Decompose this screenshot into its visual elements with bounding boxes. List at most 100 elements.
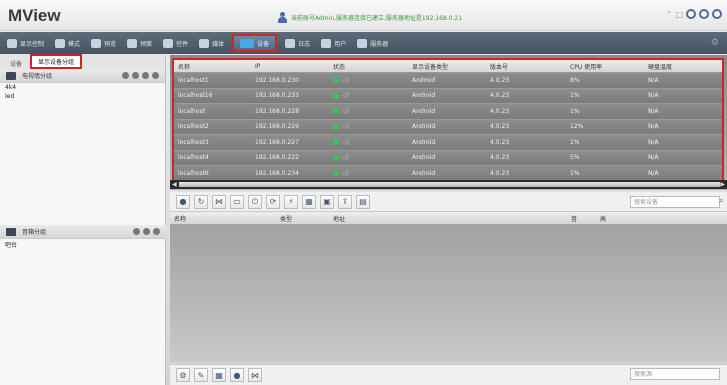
toolbar-button-display-control[interactable]: 显示控制	[4, 34, 47, 52]
column-header[interactable]: 名称	[174, 62, 255, 71]
display-group-title: 电视墙分组	[22, 73, 53, 80]
layout-icon[interactable]: ▦	[212, 368, 226, 382]
table-cell: 192.168.0.233	[255, 92, 299, 100]
restart-icon[interactable]: ⟳	[266, 194, 280, 209]
edit-icon[interactable]	[132, 72, 139, 79]
tab-display-groups[interactable]: 显示设备分组	[30, 54, 83, 69]
column-header[interactable]: 名称	[170, 214, 280, 223]
media-icon	[199, 38, 210, 48]
scroll-left-icon[interactable]: ◀	[172, 181, 177, 188]
scrollbar-thumb[interactable]	[179, 182, 720, 187]
column-header[interactable]: 版本号	[490, 62, 570, 71]
search-icon[interactable]: ⌕	[719, 196, 723, 206]
online-status-icon	[333, 108, 339, 115]
table-row[interactable]: localhost4 192.168.0.222 ◁) Android 4.0.23 5%…	[174, 149, 722, 165]
column-header[interactable]: 音	[571, 214, 600, 223]
monitor-icon[interactable]: ▣	[320, 194, 334, 209]
add-icon[interactable]	[122, 72, 129, 79]
table-row[interactable]: localhost1 192.168.0.230 ◁) Android 4.0.23 8%…	[174, 72, 722, 88]
table-row[interactable]: localhost6 192.168.0.234 ◁) Android 4.0.23 1%…	[174, 165, 722, 181]
toolbar-button-widget[interactable]: 控件	[160, 34, 191, 52]
scroll-right-icon[interactable]: ▶	[720, 181, 725, 188]
tv-wall-icon	[6, 71, 16, 80]
add-icon[interactable]	[133, 228, 140, 235]
table-cell: Android	[412, 76, 436, 84]
table-cell: localhost6	[178, 169, 209, 177]
source-search-input[interactable]: 搜索源	[630, 368, 720, 380]
network-icon[interactable]: ⋈	[248, 368, 262, 382]
layout-icon[interactable]: ▦	[302, 194, 316, 209]
display-group-list: 4k4 led	[0, 83, 165, 101]
toolbar-button-media[interactable]: 媒体	[196, 34, 227, 52]
toolbar-button-user[interactable]: 用户	[318, 34, 349, 52]
delete-icon[interactable]	[153, 228, 160, 235]
table-cell: N/A	[648, 169, 659, 177]
screen-icon[interactable]: ▭	[230, 194, 244, 209]
toolbar-button-mode[interactable]: 模式	[52, 34, 83, 52]
toolbar-button-plan[interactable]: 预案	[124, 34, 155, 52]
volume-icon: ◁)	[342, 154, 349, 162]
toolbar-button-device[interactable]: 设备	[232, 34, 278, 52]
table-cell: 4.0.23	[490, 138, 510, 146]
left-tabs: 设备 显示设备分组	[0, 54, 165, 69]
grid-icon[interactable]: ▤	[356, 194, 370, 209]
grid-icon[interactable]	[152, 72, 159, 79]
table-row[interactable]: localhost2 192.168.0.229 ◁) Android 4.0.23 12…	[174, 118, 722, 134]
speaker-group-header: 音箱分组	[0, 225, 166, 239]
toolbar-button-server[interactable]: 服务器	[354, 34, 391, 52]
preview-icon	[91, 38, 102, 48]
list-item[interactable]: 4k4	[0, 83, 165, 92]
column-header[interactable]: 地址	[333, 214, 571, 223]
server-icon	[357, 38, 368, 48]
horizontal-scrollbar[interactable]: ◀ ▶	[170, 180, 727, 189]
info-icon[interactable]: ●	[230, 368, 244, 382]
power-icon[interactable]: ⏻	[248, 194, 262, 209]
tab-devices[interactable]: 设备	[4, 58, 28, 69]
column-header[interactable]: 硬盘温度	[648, 62, 722, 71]
list-item[interactable]: led	[0, 92, 165, 101]
table-row[interactable]: localhost16 192.168.0.233 ◁) Android 4.0.23 1…	[174, 87, 722, 103]
toolbar-label: 预案	[140, 40, 153, 48]
toolbar-button-preview[interactable]: 预览	[88, 34, 119, 52]
table-cell: N/A	[648, 107, 659, 115]
device-search-input[interactable]: 搜索设备	[630, 196, 720, 208]
toolbar-button-log[interactable]: 日志	[282, 34, 313, 52]
refresh-icon[interactable]: ↻	[194, 194, 208, 209]
close-button[interactable]	[712, 9, 722, 19]
speaker-settings-icon[interactable]: ⚙	[176, 368, 190, 382]
device-icon	[240, 38, 255, 48]
column-header[interactable]: CPU 使用率	[570, 62, 648, 71]
main-toolbar: 显示控制 模式 预览 预案 控件 媒体 设备 日志 用户 服务器 ⚙	[0, 32, 727, 54]
column-header[interactable]: 状态	[333, 62, 412, 71]
table-cell: 192.168.0.222	[255, 154, 299, 162]
table-cell: Android	[412, 169, 436, 177]
table-cell: 192.168.0.228	[255, 107, 299, 115]
column-header[interactable]: 类型	[280, 214, 333, 223]
edit-icon[interactable]	[143, 228, 150, 235]
info-icon[interactable]: ●	[176, 194, 190, 209]
edit-icon[interactable]: ✎	[194, 368, 208, 382]
delete-icon[interactable]	[142, 72, 149, 79]
network-icon[interactable]: ⋈	[212, 194, 226, 209]
table-row[interactable]: localhost3 192.168.0.227 ◁) Android 4.0.23 1%…	[174, 134, 722, 150]
settings-icon[interactable]	[686, 9, 696, 19]
flash-icon[interactable]: ⚡	[284, 194, 298, 209]
table-cell: 4.0.23	[490, 107, 510, 115]
settings-icon[interactable]: ⚙	[711, 38, 719, 48]
table-cell: 4.0.23	[490, 169, 510, 177]
table-row[interactable]: localhost 192.168.0.228 ◁) Android 4.0.23 1% N…	[174, 103, 722, 119]
column-header[interactable]: 高	[600, 214, 727, 223]
restore-icon[interactable]: □	[675, 10, 683, 19]
table-cell: Android	[412, 154, 436, 162]
status-text: 当前账号Admin,服务器连接已建立,服务器地址是192.168.0.21	[291, 15, 463, 22]
upload-icon[interactable]: ⇪	[338, 194, 352, 209]
device-panel: 名称 IP 状态 显示设备类型 版本号 CPU 使用率 硬盘温度 localhost1 192.…	[170, 55, 727, 190]
minimize-button[interactable]	[699, 9, 709, 19]
table-cell: 1%	[570, 92, 580, 100]
minimize-icon[interactable]: ⌃	[666, 10, 673, 19]
list-item[interactable]: 吧台	[0, 239, 166, 250]
speaker-icon	[6, 227, 16, 236]
column-header[interactable]: 显示设备类型	[412, 62, 490, 71]
table-cell: N/A	[648, 123, 659, 131]
column-header[interactable]: IP	[255, 63, 333, 70]
